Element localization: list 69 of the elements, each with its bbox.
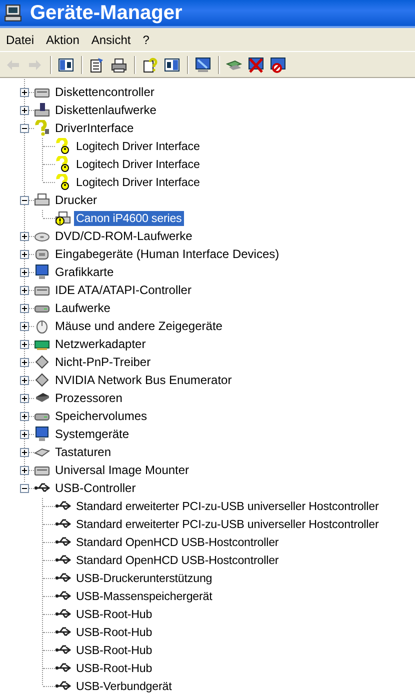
tree-item[interactable]: USB-Druckerunterstützung: [74, 570, 214, 586]
menu-item[interactable]: ?: [136, 28, 156, 50]
tree-item[interactable]: Standard erweiterter PCI-zu-USB universeller Hostcontroller: [74, 498, 381, 514]
expand-icon[interactable]: [20, 394, 29, 402]
diamond-icon: [34, 354, 50, 370]
tree-item[interactable]: Mäuse und andere Zeigegeräte: [53, 318, 224, 334]
tree-item[interactable]: Speichervolumes: [53, 408, 150, 424]
collapse-icon[interactable]: [20, 484, 29, 492]
expand-icon[interactable]: [20, 340, 29, 348]
expand-icon[interactable]: [20, 88, 29, 96]
tree-item[interactable]: Netzwerkadapter: [53, 336, 148, 352]
tree-item[interactable]: Systemgeräte: [53, 426, 132, 442]
tree-item[interactable]: IDE ATA/ATAPI-Controller: [53, 282, 194, 298]
collapse-icon[interactable]: [20, 196, 29, 204]
warning-device-icon: [55, 138, 71, 154]
tree-item[interactable]: Nicht-PnP-Treiber: [53, 354, 153, 370]
tree-item[interactable]: Laufwerke: [53, 300, 112, 316]
tree-item[interactable]: DriverInterface: [53, 120, 136, 136]
tree-item[interactable]: Logitech Driver Interface: [74, 174, 202, 190]
tree-item[interactable]: Diskettenlaufwerke: [53, 102, 158, 118]
tree-item[interactable]: Tastaturen: [53, 444, 114, 460]
menu-item[interactable]: Datei: [0, 28, 40, 50]
computer-icon: [4, 4, 22, 22]
floppy-drive-icon: [34, 102, 50, 118]
tree-item[interactable]: Canon iP4600 series: [74, 210, 184, 226]
tree-item[interactable]: Logitech Driver Interface: [74, 138, 202, 154]
tree-item[interactable]: Standard erweiterter PCI-zu-USB universeller Hostcontroller: [74, 516, 381, 532]
question-mark-icon: [34, 120, 50, 136]
menu-item[interactable]: Aktion: [40, 28, 86, 50]
expand-icon[interactable]: [20, 268, 29, 276]
expand-icon[interactable]: [20, 358, 29, 366]
tree-item[interactable]: USB-Massenspeichergerät: [74, 588, 214, 604]
expand-icon[interactable]: [20, 376, 29, 384]
tree-item[interactable]: USB-Controller: [53, 480, 138, 496]
diamond-icon: [34, 372, 50, 388]
tree-item[interactable]: NVIDIA Network Bus Enumerator: [53, 372, 234, 388]
window-title: Geräte-Manager: [30, 1, 182, 26]
tree-item[interactable]: Drucker: [53, 192, 100, 208]
tree-item[interactable]: Diskettencontroller: [53, 84, 156, 100]
warning-device-icon: [55, 156, 71, 172]
expand-icon[interactable]: [20, 466, 29, 474]
expand-icon[interactable]: [20, 412, 29, 420]
menu-item[interactable]: Ansicht: [85, 28, 137, 50]
tree-item[interactable]: Logitech Driver Interface: [74, 156, 202, 172]
tree-item[interactable]: Universal Image Mounter: [53, 462, 192, 478]
expand-icon[interactable]: [20, 304, 29, 312]
expand-icon[interactable]: [20, 250, 29, 258]
tree-item[interactable]: USB-Root-Hub: [74, 642, 154, 658]
expand-icon[interactable]: [20, 286, 29, 294]
mouse-icon: [34, 318, 50, 334]
tree-item[interactable]: Prozessoren: [53, 390, 124, 406]
tree-item[interactable]: Standard OpenHCD USB-Hostcontroller: [74, 534, 281, 550]
collapse-icon[interactable]: [20, 124, 29, 132]
tree-item[interactable]: Grafikkarte: [53, 264, 116, 280]
tree-item[interactable]: DVD/CD-ROM-Laufwerke: [53, 228, 194, 244]
tree-item[interactable]: USB-Verbundgerät: [74, 678, 174, 694]
tree-item[interactable]: Standard OpenHCD USB-Hostcontroller: [74, 552, 281, 568]
expand-icon[interactable]: [20, 322, 29, 330]
warning-device-icon: [55, 174, 71, 190]
printer-icon: [34, 192, 50, 208]
tree-item[interactable]: USB-Root-Hub: [74, 606, 154, 622]
expand-icon[interactable]: [20, 430, 29, 438]
expand-icon[interactable]: [20, 448, 29, 456]
tree-item[interactable]: USB-Root-Hub: [74, 660, 154, 676]
printer-warning-icon: [55, 210, 71, 226]
expand-icon[interactable]: [20, 106, 29, 114]
tree-item[interactable]: Eingabegeräte (Human Interface Devices): [53, 246, 282, 262]
expand-icon[interactable]: [20, 232, 29, 240]
tree-item[interactable]: USB-Root-Hub: [74, 624, 154, 640]
